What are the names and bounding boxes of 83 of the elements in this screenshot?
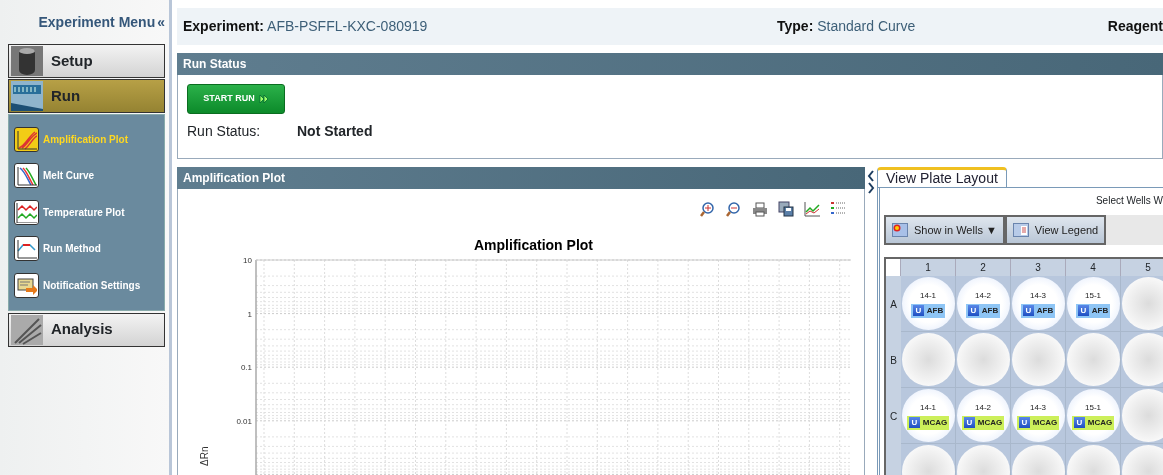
toolbar-button[interactable]: Show in Wells ▼	[884, 215, 1005, 245]
run-method-icon	[15, 237, 37, 260]
plate-icon	[11, 81, 43, 111]
menu-section[interactable]: Run	[8, 79, 165, 113]
well[interactable]	[1121, 333, 1163, 386]
row-header: B	[886, 332, 901, 388]
menu-section[interactable]: Analysis	[8, 312, 165, 347]
well[interactable]: 15-1 U MCAG	[1066, 389, 1120, 442]
menu-item[interactable]: Run Method	[14, 230, 159, 267]
print-icon[interactable]	[752, 201, 768, 217]
header-field: Type: Standard Curve	[777, 16, 1095, 37]
temperature-plot-icon	[15, 200, 37, 223]
well[interactable]	[1011, 333, 1065, 386]
menu-item[interactable]: Melt Curve	[14, 157, 159, 194]
y-tick-label: 0.01	[236, 416, 252, 426]
well[interactable]	[1066, 333, 1120, 386]
target-tag: U AFB	[910, 303, 946, 318]
menu-section[interactable]: Setup	[8, 44, 165, 78]
sample-label: 14-3	[1030, 289, 1046, 302]
menu-item[interactable]: Temperature Plot	[14, 194, 159, 231]
panel-header: Amplification Plot	[177, 167, 865, 189]
sample-label: 14-2	[975, 401, 991, 414]
column-header: 1	[901, 259, 956, 276]
well[interactable]: 14-1 U MCAG	[901, 389, 955, 442]
well[interactable]	[956, 333, 1010, 386]
target-tag: U AFB	[965, 303, 1001, 318]
well[interactable]: 14-2 U MCAG	[956, 389, 1010, 442]
sample-label: 14-1	[920, 289, 936, 302]
plate-corner	[886, 259, 901, 276]
panel-header: Run Status	[177, 53, 1163, 75]
column-header: 5	[1121, 259, 1163, 276]
graph-icon	[11, 314, 43, 345]
melt-curve-icon	[15, 164, 37, 187]
expand-right-icon[interactable]	[867, 182, 875, 194]
well[interactable]	[1121, 389, 1163, 442]
target-tag: U MCAG	[961, 415, 1005, 430]
collapse-button[interactable]: «	[157, 11, 165, 33]
y-axis-label: ΔRn	[199, 446, 210, 466]
sample-label: 14-2	[975, 289, 991, 302]
target-tag: U MCAG	[1071, 415, 1115, 430]
column-header: 4	[1066, 259, 1121, 276]
zoom-in-icon[interactable]	[700, 201, 716, 217]
sample-label: 14-1	[920, 401, 936, 414]
target-tag: U MCAG	[1016, 415, 1060, 430]
well[interactable]	[901, 333, 955, 386]
well[interactable]: 14-1 U AFB	[901, 277, 955, 330]
view-plate-layout-tab[interactable]: View Plate Layout	[877, 167, 1007, 187]
status-value: Not Started	[297, 122, 373, 141]
collapse-left-icon[interactable]	[867, 170, 875, 182]
cylinder-icon	[11, 46, 43, 76]
save-icon[interactable]	[778, 201, 794, 217]
header-field: Experiment: AFB-PSFFL-KXC-080919	[177, 16, 777, 37]
target-tag: U MCAG	[906, 415, 950, 430]
well[interactable]: 15-1 U AFB	[1066, 277, 1120, 330]
row-header: A	[886, 276, 901, 332]
legend-icon[interactable]	[830, 201, 846, 217]
well[interactable]: 14-3 U MCAG	[1011, 389, 1065, 442]
target-tag: U AFB	[1075, 303, 1111, 318]
row-header: C	[886, 388, 901, 444]
zoom-out-icon[interactable]	[726, 201, 742, 217]
wells-icon	[892, 223, 908, 237]
sample-label: 15-1	[1085, 401, 1101, 414]
legend-icon	[1012, 223, 1029, 237]
y-tick-label: 1	[247, 309, 252, 319]
chart-icon[interactable]	[804, 201, 820, 217]
well[interactable]: 14-3 U AFB	[1011, 277, 1065, 330]
play-icon	[258, 94, 269, 104]
column-header: 2	[956, 259, 1011, 276]
status-label: Run Status:	[187, 122, 262, 141]
well[interactable]: 14-2 U AFB	[956, 277, 1010, 330]
sample-label: 15-1	[1085, 289, 1101, 302]
chart-title: Amplification Plot	[474, 237, 593, 253]
sample-label: 14-3	[1030, 401, 1046, 414]
select-wells-label: Select Wells W	[1095, 195, 1163, 206]
well[interactable]	[1121, 277, 1163, 330]
header-field: Reagent	[1095, 16, 1163, 37]
sidebar-title: Experiment Menu	[38, 12, 156, 32]
column-header: 3	[1011, 259, 1066, 276]
toolbar-button[interactable]: View Legend	[1004, 215, 1107, 245]
y-tick-label: 10	[243, 256, 252, 265]
y-tick-label: 0.1	[240, 363, 252, 373]
menu-item[interactable]: Notification Settings	[14, 267, 159, 304]
target-tag: U AFB	[1020, 303, 1056, 318]
